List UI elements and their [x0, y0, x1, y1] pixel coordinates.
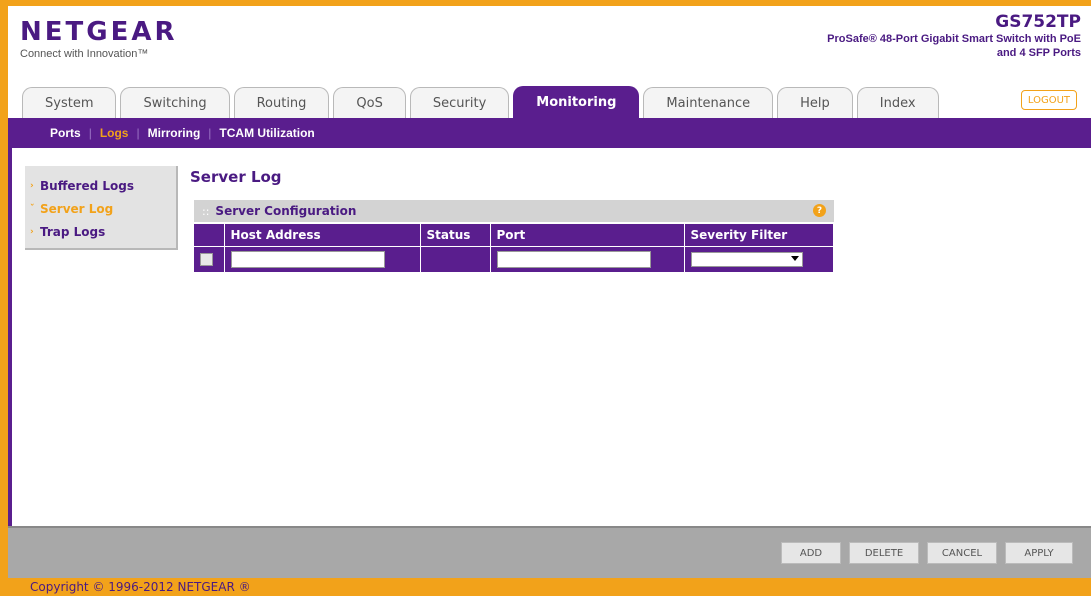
tab-maintenance[interactable]: Maintenance — [643, 87, 774, 118]
brand-tagline: Connect with Innovation™ — [20, 48, 149, 60]
sub-navigation: Ports | Logs | Mirroring | TCAM Utilizat… — [8, 118, 1091, 148]
chevron-right-icon: › — [30, 180, 34, 191]
server-configuration-section: :: Server Configuration ? Host Address S… — [194, 200, 834, 272]
tab-help[interactable]: Help — [777, 87, 853, 118]
tab-system[interactable]: System — [22, 87, 117, 118]
left-nav-server-log[interactable]: ˇ Server Log — [25, 197, 176, 220]
model-description: ProSafe® 48-Port Gigabit Smart Switch wi… — [827, 33, 1081, 59]
page-title: Server Log — [190, 168, 282, 186]
content-area: › Buffered Logs ˇ Server Log › Trap Logs… — [8, 148, 1091, 526]
main-tabs: System Switching Routing QoS Security Mo… — [22, 86, 943, 118]
netgear-logo: NETGEAR Connect with Innovation™ — [20, 18, 178, 60]
action-buttons: ADD DELETE CANCEL APPLY — [781, 542, 1073, 564]
column-header-port: Port — [490, 224, 685, 246]
chevron-right-icon: › — [30, 226, 34, 237]
subnav-ports[interactable]: Ports — [50, 126, 81, 140]
app-frame: NETGEAR Connect with Innovation™ GS752TP… — [8, 6, 1091, 596]
left-nav-label: Trap Logs — [40, 224, 106, 239]
cancel-button[interactable]: CANCEL — [927, 542, 997, 564]
status-cell — [420, 245, 491, 272]
table-header-row: Host Address Status Port Severity Filter — [194, 224, 834, 246]
help-icon[interactable]: ? — [813, 204, 826, 217]
section-title: Server Configuration — [215, 204, 357, 218]
button-bar: ADD DELETE CANCEL APPLY — [8, 526, 1091, 578]
brand-name: NETGEAR — [20, 17, 178, 47]
tab-monitoring[interactable]: Monitoring — [513, 86, 640, 118]
logout-button[interactable]: LOGOUT — [1020, 90, 1077, 110]
dropdown-arrow-icon — [790, 255, 799, 261]
select-cell — [194, 245, 225, 272]
section-header: :: Server Configuration ? — [194, 200, 834, 222]
port-input[interactable] — [496, 250, 651, 268]
row-select-checkbox[interactable] — [200, 252, 213, 266]
subnav-separator: | — [88, 126, 92, 140]
tab-switching[interactable]: Switching — [120, 87, 230, 118]
tab-index[interactable]: Index — [856, 87, 939, 118]
severity-filter-cell — [684, 245, 834, 272]
select-column-header — [194, 224, 225, 246]
port-cell — [490, 245, 685, 272]
subnav-logs[interactable]: Logs — [100, 126, 129, 140]
model-info: GS752TP ProSafe® 48-Port Gigabit Smart S… — [821, 12, 1081, 60]
table-row — [194, 245, 834, 272]
apply-button[interactable]: APPLY — [1005, 542, 1073, 564]
left-nav-label: Server Log — [40, 201, 114, 216]
host-address-cell — [224, 245, 421, 272]
severity-filter-select[interactable] — [690, 251, 803, 267]
host-address-input[interactable] — [230, 250, 385, 268]
tab-routing[interactable]: Routing — [233, 87, 330, 118]
column-header-severity-filter: Severity Filter — [684, 224, 834, 246]
tab-qos[interactable]: QoS — [333, 87, 406, 118]
left-nav-trap-logs[interactable]: › Trap Logs — [25, 220, 176, 243]
left-nav-buffered-logs[interactable]: › Buffered Logs — [25, 174, 176, 197]
column-header-status: Status — [420, 224, 491, 246]
model-name: GS752TP — [995, 12, 1081, 32]
server-config-table: Host Address Status Port Severity Filter — [194, 224, 834, 272]
copyright-footer: Copyright © 1996-2012 NETGEAR ® — [8, 578, 1091, 596]
chevron-down-icon: ˇ — [30, 203, 35, 214]
left-nav-label: Buffered Logs — [40, 178, 134, 193]
delete-button[interactable]: DELETE — [849, 542, 919, 564]
grip-icon: :: — [202, 204, 210, 218]
subnav-separator: | — [136, 126, 140, 140]
add-button[interactable]: ADD — [781, 542, 841, 564]
subnav-separator: | — [208, 126, 212, 140]
column-header-host-address: Host Address — [224, 224, 421, 246]
left-navigation: › Buffered Logs ˇ Server Log › Trap Logs — [25, 166, 178, 250]
tab-security[interactable]: Security — [409, 87, 510, 118]
subnav-tcam-utilization[interactable]: TCAM Utilization — [219, 126, 314, 140]
subnav-mirroring[interactable]: Mirroring — [148, 126, 201, 140]
